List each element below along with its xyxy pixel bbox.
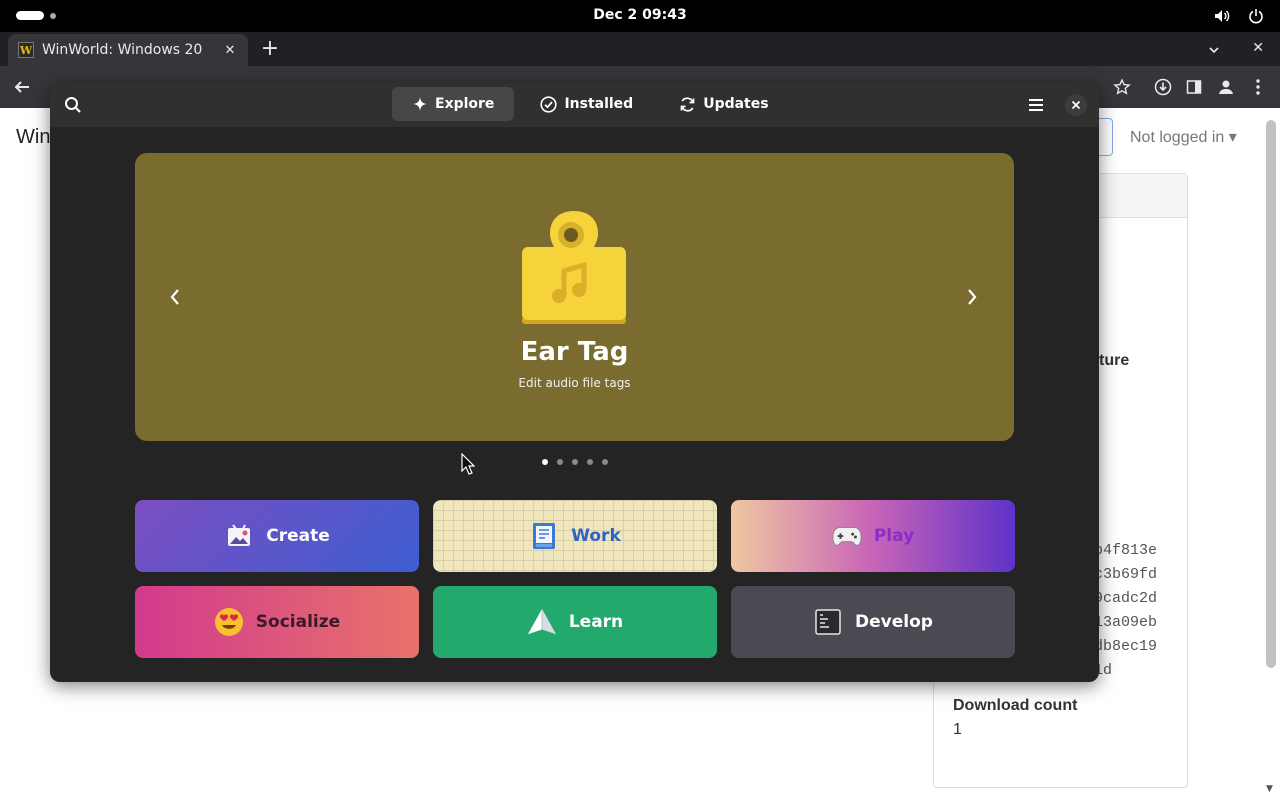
refresh-icon — [680, 96, 695, 112]
tab-search-chevron-icon[interactable] — [1208, 41, 1220, 60]
category-learn[interactable]: Learn — [433, 586, 717, 658]
heart-eyes-emoji-icon — [214, 607, 244, 637]
featured-app-banner[interactable]: Ear Tag Edit audio file tags — [135, 153, 1014, 441]
sparkle-icon — [413, 97, 427, 111]
clock-container: Dec 2 09:43 — [0, 7, 1280, 23]
category-work-label: Work — [571, 526, 621, 546]
carousel-next-icon[interactable] — [962, 285, 982, 309]
hash-line: 13a09eb — [1094, 614, 1158, 631]
browser-tab[interactable]: W WinWorld: Windows 20 ✕ — [8, 34, 248, 66]
window-close-icon[interactable]: ✕ — [1252, 40, 1264, 56]
tab-explore[interactable]: Explore — [392, 87, 515, 121]
system-tray[interactable] — [1212, 6, 1266, 26]
gamepad-icon — [832, 521, 862, 551]
carousel-dot-5[interactable] — [602, 459, 608, 465]
login-dropdown[interactable]: Not logged in ▾ — [1130, 127, 1237, 147]
category-work[interactable]: Work — [433, 500, 717, 572]
power-icon[interactable] — [1246, 6, 1266, 26]
search-icon[interactable] — [62, 94, 84, 116]
activities-indicator[interactable] — [16, 11, 56, 20]
tab-updates[interactable]: Updates — [659, 87, 788, 121]
category-develop[interactable]: Develop — [731, 586, 1015, 658]
workspace-active-pill — [16, 11, 44, 20]
paper-plane-icon — [527, 607, 557, 637]
tab-close-icon[interactable]: ✕ — [222, 43, 238, 58]
carousel-page-indicator — [542, 459, 608, 465]
hash-line: 9cadc2d — [1094, 590, 1158, 607]
carousel-dot-4[interactable] — [587, 459, 593, 465]
tab-installed[interactable]: Installed — [520, 87, 653, 121]
mouse-pointer-icon — [461, 452, 476, 475]
browser-tab-strip: W WinWorld: Windows 20 ✕ + ✕ — [0, 32, 1280, 66]
carousel-dot-2[interactable] — [557, 459, 563, 465]
category-socialize[interactable]: Socialize — [135, 586, 419, 658]
hamburger-menu-icon[interactable] — [1026, 95, 1046, 115]
work-icon — [529, 521, 559, 551]
category-play-label: Play — [873, 526, 915, 546]
category-create-label: Create — [266, 526, 330, 546]
system-top-bar: Dec 2 09:43 — [0, 0, 1280, 32]
clock[interactable]: Dec 2 09:43 — [593, 7, 686, 23]
software-header-bar: Explore Installed Updates — [50, 83, 1099, 127]
winworld-favicon: W — [18, 42, 34, 58]
profile-avatar-icon[interactable] — [1216, 77, 1236, 97]
hash-line: db8ec19 — [1094, 638, 1158, 655]
scroll-down-arrow-icon[interactable]: ▼ — [1266, 784, 1273, 794]
create-icon — [224, 521, 254, 551]
site-title[interactable]: Win — [16, 126, 50, 149]
partial-heading: ture — [1099, 352, 1130, 369]
volume-icon[interactable] — [1212, 6, 1232, 26]
carousel-previous-icon[interactable] — [165, 285, 185, 309]
tab-installed-label: Installed — [564, 96, 634, 112]
page-scrollbar-thumb[interactable] — [1266, 120, 1276, 668]
download-icon[interactable] — [1153, 77, 1173, 97]
tab-explore-label: Explore — [435, 96, 495, 112]
new-tab-button[interactable]: + — [258, 38, 282, 62]
download-count-label: Download count — [953, 697, 1078, 714]
bookmark-star-icon[interactable] — [1112, 77, 1132, 97]
back-arrow-icon[interactable] — [12, 77, 32, 97]
hash-line: b4f813e — [1094, 542, 1158, 559]
side-panel-icon[interactable] — [1184, 77, 1204, 97]
carousel-dot-1[interactable] — [542, 459, 548, 465]
close-icon[interactable] — [1065, 94, 1087, 116]
featured-app-name: Ear Tag — [520, 337, 629, 367]
workspace-dot — [50, 12, 56, 19]
login-text: Not logged in — [1130, 129, 1225, 146]
tab-updates-label: Updates — [703, 96, 769, 112]
checkmark-icon — [540, 95, 558, 113]
category-learn-label: Learn — [568, 612, 624, 632]
category-develop-label: Develop — [855, 612, 933, 632]
software-window: Explore Installed Updates Ear Tag Edit a… — [50, 83, 1099, 682]
category-play[interactable]: Play — [731, 500, 1015, 572]
hash-line: 1d — [1094, 662, 1113, 679]
hash-line: c3b69fd — [1094, 566, 1158, 583]
browser-menu-icon[interactable] — [1248, 77, 1268, 97]
download-count-value: 1 — [953, 721, 962, 738]
featured-app-summary: Edit audio file tags — [518, 376, 631, 390]
category-socialize-label: Socialize — [255, 612, 341, 632]
hash-list: b4f813e c3b69fd 9cadc2d 13a09eb db8ec19 … — [1094, 539, 1157, 683]
terminal-icon — [813, 607, 843, 637]
category-create[interactable]: Create — [135, 500, 419, 572]
ear-tag-app-icon — [520, 209, 628, 325]
tab-title: WinWorld: Windows 20 — [42, 42, 203, 58]
carousel-dot-3[interactable] — [572, 459, 578, 465]
view-switcher: Explore Installed Updates — [392, 87, 789, 121]
